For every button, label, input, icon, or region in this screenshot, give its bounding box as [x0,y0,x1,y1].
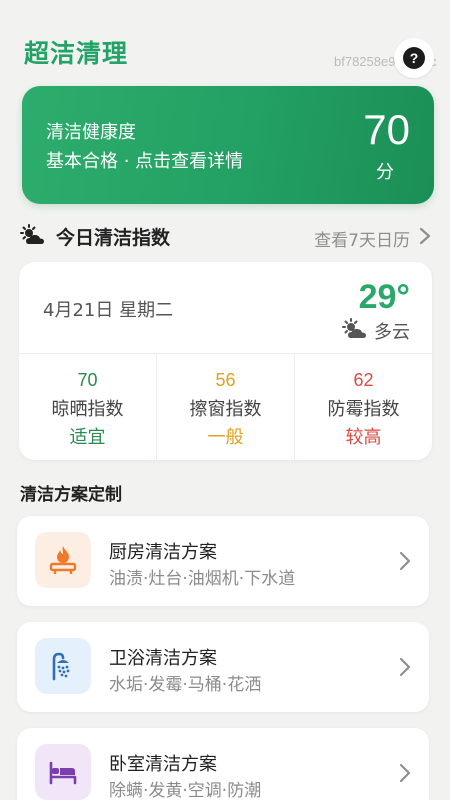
index-level: 较高 [345,427,382,448]
index-value: 56 [215,370,236,390]
plan-card-bedroom[interactable]: 卧室清洁方案 除螨·发黄·空调·防潮 [17,728,429,800]
plan-tags: 除螨·发黄·空调·防潮 [109,781,262,800]
chevron-right-icon [399,763,411,783]
index-value: 62 [353,370,374,390]
app-title: 超洁清理 [24,39,129,68]
health-subtitle: 基本合格 · 点击查看详情 [46,151,244,172]
plan-name: 卧室清洁方案 [109,754,217,775]
weather-condition: 多云 [374,322,410,343]
chevron-right-icon[interactable] [418,226,432,246]
chevron-right-icon [399,551,411,571]
stove-fire-icon [35,532,91,588]
help-button[interactable]: ? [394,38,434,78]
window-cleaning-index[interactable]: 56 擦窗指数 一般 [156,354,294,460]
question-icon: ? [403,47,425,69]
sun-cloud-icon [20,224,44,244]
index-level: 一般 [207,427,244,448]
index-name: 晾晒指数 [51,399,124,420]
plan-tags: 油渍·灶台·油烟机·下水道 [109,569,296,589]
mildew-index[interactable]: 62 防霉指数 较高 [294,354,432,460]
seven-day-calendar-link[interactable]: 查看7天日历 [314,226,410,251]
bed-icon [35,744,91,800]
weather-date: 4月21日 星期二 [43,300,174,321]
today-index-header: 今日清洁指数 查看7天日历 [20,220,434,252]
index-name: 擦窗指数 [189,399,262,420]
shower-icon [35,638,91,694]
index-name: 防霉指数 [327,399,400,420]
plan-card-kitchen[interactable]: 厨房清洁方案 油渍·灶台·油烟机·下水道 [17,516,429,606]
today-index-title: 今日清洁指数 [56,227,171,249]
health-score-card[interactable]: 清洁健康度 基本合格 · 点击查看详情 70 分 [22,86,434,204]
health-score-unit: 分 [376,162,394,183]
top-bar: 超洁清理 bf78258e9d⁠…12c ? [0,0,450,86]
plans-section-title: 清洁方案定制 [20,485,122,505]
cleaning-index-row: 70 晾晒指数 适宜 56 擦窗指数 一般 62 防霉指数 较高 [19,354,432,460]
weather-summary: 4月21日 星期二 29° 多云 [19,262,432,354]
index-value: 70 [77,370,98,390]
plan-card-bathroom[interactable]: 卫浴清洁方案 水垢·发霉·马桶·花洒 [17,622,429,712]
health-score: 70 [363,106,410,153]
chevron-right-icon [399,657,411,677]
health-title: 清洁健康度 [46,122,136,143]
weather-card: 4月21日 星期二 29° 多云 70 晾晒指数 适宜 56 擦窗指数 一般 6… [19,262,432,460]
plan-name: 卫浴清洁方案 [109,648,217,669]
plan-tags: 水垢·发霉·马桶·花洒 [109,675,262,695]
plan-name: 厨房清洁方案 [109,542,217,563]
sun-cloud-icon [342,318,366,338]
index-level: 适宜 [69,427,106,448]
drying-index[interactable]: 70 晾晒指数 适宜 [19,354,156,460]
weather-temperature: 29° [358,278,410,316]
